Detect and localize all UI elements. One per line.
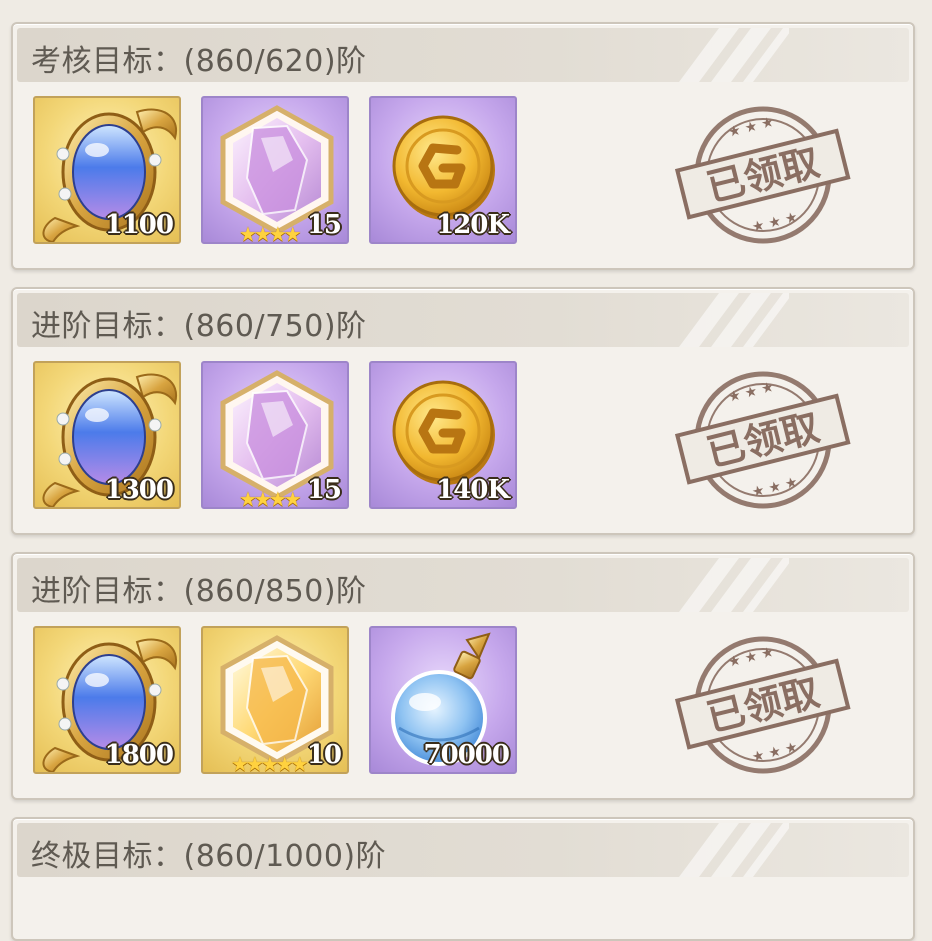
goal-list: 考核目标：(860/620)阶 1100 ★★★★ 15 120K 已领取 ★ … (0, 0, 932, 941)
goal-card[interactable]: 进阶目标：(860/750)阶 1300 ★★★★ 15 140K 已领取 ★ … (11, 287, 915, 535)
claimed-stamp: 已领取 ★ ★ ★ ★ ★ ★ (674, 636, 851, 774)
goal-card[interactable]: 进阶目标：(860/850)阶 1800 ★★★★★ 10 70000 已领取 … (11, 552, 915, 800)
claimed-stamp: 已领取 ★ ★ ★ ★ ★ ★ (674, 106, 851, 244)
reward-slot[interactable]: 1300 (33, 361, 181, 509)
reward-quantity: 70000 (423, 740, 510, 770)
header-stripes (679, 28, 789, 82)
reward-quantity: 120K (436, 210, 510, 240)
goal-title: 进阶目标：(860/750)阶 (31, 309, 367, 344)
reward-quantity: 140K (436, 475, 510, 505)
goal-card-header: 考核目标：(860/620)阶 (17, 28, 909, 82)
reward-slot[interactable]: 1100 (33, 96, 181, 244)
reward-slot[interactable]: 120K (369, 96, 517, 244)
header-stripes (679, 558, 789, 612)
header-stripes (679, 823, 789, 877)
goal-card-header: 进阶目标：(860/850)阶 (17, 558, 909, 612)
goal-title: 终极目标：(860/1000)阶 (31, 839, 387, 874)
reward-slot[interactable]: ★★★★ 15 (201, 361, 349, 509)
reward-slot[interactable]: ★★★★ 15 (201, 96, 349, 244)
reward-slot[interactable]: 140K (369, 361, 517, 509)
goal-title: 考核目标：(860/620)阶 (31, 44, 367, 79)
reward-slot[interactable]: 1800 (33, 626, 181, 774)
goal-card[interactable]: 考核目标：(860/620)阶 1100 ★★★★ 15 120K 已领取 ★ … (11, 22, 915, 270)
goal-title: 进阶目标：(860/850)阶 (31, 574, 367, 609)
reward-quantity: 1800 (104, 740, 174, 770)
reward-quantity: 10 (306, 740, 342, 770)
header-stripes (679, 293, 789, 347)
reward-slot[interactable]: ★★★★★ 10 (201, 626, 349, 774)
reward-quantity: 15 (306, 210, 342, 240)
reward-quantity: 1300 (104, 475, 174, 505)
goal-card-header: 终极目标：(860/1000)阶 (17, 823, 909, 877)
goal-card-header: 进阶目标：(860/750)阶 (17, 293, 909, 347)
reward-slot[interactable]: 70000 (369, 626, 517, 774)
goal-card[interactable]: 终极目标：(860/1000)阶 (11, 817, 915, 941)
star-rating: ★★★★ (239, 487, 302, 509)
claimed-stamp: 已领取 ★ ★ ★ ★ ★ ★ (674, 371, 851, 509)
star-rating: ★★★★★ (231, 752, 309, 774)
reward-quantity: 1100 (104, 210, 174, 240)
star-rating: ★★★★ (239, 222, 302, 244)
reward-quantity: 15 (306, 475, 342, 505)
